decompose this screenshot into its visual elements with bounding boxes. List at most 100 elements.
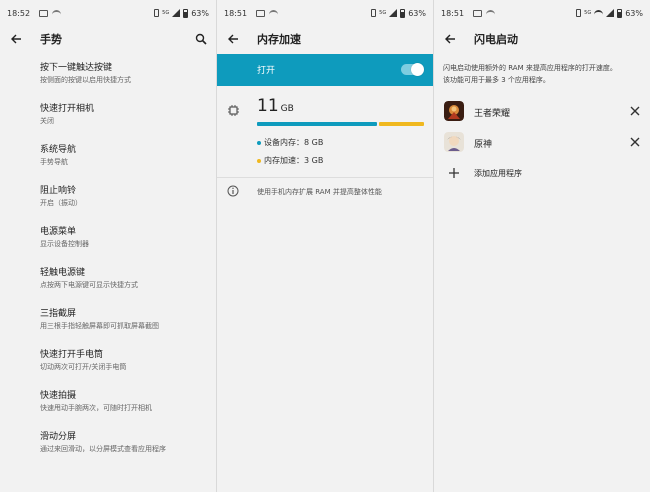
gestures-screen: 18:52 5G 63% 手势 按下一键触达按键 按侧面的按键以启用快捷方式 快…: [0, 0, 216, 492]
legend-device-memory: 设备内存：8 GB: [257, 137, 323, 148]
app-row-genshin[interactable]: 原神: [434, 129, 650, 155]
search-icon[interactable]: [195, 33, 207, 45]
vibrate-icon: [576, 9, 582, 17]
setting-title: 滑动分屏: [40, 432, 77, 442]
legend-dot-boost: [257, 158, 261, 163]
legend-dot-device: [257, 140, 261, 145]
total-memory-unit: GB: [280, 104, 294, 114]
game-icon-honor-of-kings: [444, 101, 464, 121]
cast-icon: [52, 10, 62, 16]
close-icon[interactable]: [630, 137, 640, 147]
memory-bar-boost: [378, 122, 424, 126]
app-bar: 闪电启动: [434, 26, 650, 52]
add-app-button[interactable]: 添加应用程序: [434, 163, 650, 185]
legend-label: 内存加速：3 GB: [264, 156, 324, 165]
plus-icon: [449, 168, 459, 178]
setting-subtitle: 用三根手指轻触屏幕即可抓取屏幕截图: [40, 322, 159, 330]
notification-icon: [473, 9, 483, 17]
ram-boost-screen: 18:51 5G 63% 内存加速 打开 11 GB 设备内存：8 GB 内存加…: [217, 0, 433, 492]
network-label: 5G: [584, 9, 592, 16]
setting-subtitle: 通过来回滑动，以分屏模式查看应用程序: [40, 445, 166, 453]
setting-title: 系统导航: [40, 145, 77, 155]
cast-icon: [486, 10, 496, 16]
switch-knob: [411, 63, 424, 76]
setting-title: 轻触电源键: [40, 268, 86, 278]
battery-percent: 63%: [408, 8, 426, 18]
ram-boost-toggle-row[interactable]: 打开: [217, 54, 433, 86]
setting-item-quick-flashlight[interactable]: 快速打开手电筒 切动两次可打开/关闭手电筒: [40, 349, 208, 383]
memory-bar: [257, 122, 424, 126]
close-icon[interactable]: [630, 106, 640, 116]
battery-icon: [617, 8, 623, 18]
legend-memory-boost: 内存加速：3 GB: [257, 155, 323, 166]
setting-item-tap-power-key[interactable]: 轻触电源键 点按两下电源键可显示快捷方式: [40, 267, 208, 301]
battery-icon: [400, 8, 406, 18]
back-arrow-icon[interactable]: [444, 33, 456, 45]
total-memory: 11 GB: [257, 96, 294, 116]
signal-icon: [606, 9, 615, 17]
setting-item-quick-camera[interactable]: 快速打开相机 关闭: [40, 103, 208, 137]
page-title: 内存加速: [257, 33, 301, 46]
status-time: 18:51: [441, 8, 465, 18]
status-time: 18:52: [7, 8, 31, 18]
setting-item-power-menu[interactable]: 电源菜单 显示设备控制器: [40, 226, 208, 260]
setting-subtitle: 显示设备控制器: [40, 240, 89, 248]
setting-title: 快速打开手电筒: [40, 350, 104, 360]
setting-subtitle: 按侧面的按键以启用快捷方式: [40, 76, 131, 84]
add-app-label: 添加应用程序: [474, 169, 522, 178]
memory-bar-device: [257, 122, 377, 126]
status-bar: 18:51 5G 63%: [434, 0, 650, 26]
info-icon: [227, 185, 239, 197]
status-bar: 18:51 5G 63%: [217, 0, 433, 26]
back-arrow-icon[interactable]: [227, 33, 239, 45]
game-icon-genshin: [444, 132, 464, 152]
vibrate-icon: [154, 9, 160, 17]
setting-item-prevent-ringing[interactable]: 阻止响铃 开启（振动）: [40, 185, 208, 219]
setting-title: 按下一键触达按键: [40, 63, 113, 73]
network-label: 5G: [379, 9, 387, 16]
setting-subtitle: 手势导航: [40, 158, 68, 166]
setting-subtitle: 开启（振动）: [40, 199, 82, 207]
page-title: 手势: [40, 33, 62, 46]
status-time: 18:51: [224, 8, 248, 18]
setting-title: 电源菜单: [40, 227, 77, 237]
setting-title: 快速拍摄: [40, 391, 77, 401]
toggle-label: 打开: [257, 66, 276, 76]
cast-icon: [269, 10, 279, 16]
lightning-launch-screen: 18:51 5G 63% 闪电启动 闪电启动使用额外的 RAM 来提高应用程序的…: [434, 0, 650, 492]
app-bar: 手势: [0, 26, 216, 52]
setting-title: 快速打开相机: [40, 104, 95, 114]
setting-subtitle: 切动两次可打开/关闭手电筒: [40, 363, 127, 371]
setting-subtitle: 关闭: [40, 117, 54, 125]
status-bar: 18:52 5G 63%: [0, 0, 216, 26]
setting-subtitle: 快速甩动手腕两次，可随时打开相机: [40, 404, 152, 412]
notification-icon: [39, 9, 49, 17]
setting-item-one-press-key[interactable]: 按下一键触达按键 按侧面的按键以启用快捷方式: [40, 62, 208, 96]
info-text: 使用手机内存扩展 RAM 并提高整体性能: [257, 188, 382, 196]
signal-icon: [389, 9, 398, 17]
app-name: 原神: [474, 140, 493, 150]
description-line: 该功能可用于最多 3 个应用程序。: [443, 76, 550, 84]
wifi-icon: [594, 9, 604, 17]
setting-item-three-finger-screenshot[interactable]: 三指截屏 用三根手指轻触屏幕即可抓取屏幕截图: [40, 308, 208, 342]
divider: [217, 177, 433, 178]
setting-title: 三指截屏: [40, 309, 77, 319]
battery-percent: 63%: [625, 8, 643, 18]
setting-item-quick-capture[interactable]: 快速拍摄 快速甩动手腕两次，可随时打开相机: [40, 390, 208, 424]
memory-chip-icon: [228, 105, 239, 116]
setting-item-swipe-split-screen[interactable]: 滑动分屏 通过来回滑动，以分屏模式查看应用程序: [40, 431, 208, 465]
total-memory-value: 11: [257, 96, 279, 116]
app-bar: 内存加速: [217, 26, 433, 52]
notification-icon: [256, 9, 266, 17]
battery-icon: [183, 8, 189, 18]
vibrate-icon: [371, 9, 377, 17]
network-label: 5G: [162, 9, 170, 16]
ram-boost-switch[interactable]: [401, 63, 424, 76]
signal-icon: [172, 9, 181, 17]
feature-description: 闪电启动使用额外的 RAM 来提高应用程序的打开速度。 该功能可用于最多 3 个…: [443, 62, 643, 86]
setting-item-system-navigation[interactable]: 系统导航 手势导航: [40, 144, 208, 178]
legend-label: 设备内存：8 GB: [264, 138, 324, 147]
app-name: 王者荣耀: [474, 109, 511, 119]
app-row-honor-of-kings[interactable]: 王者荣耀: [434, 98, 650, 124]
back-arrow-icon[interactable]: [10, 33, 22, 45]
